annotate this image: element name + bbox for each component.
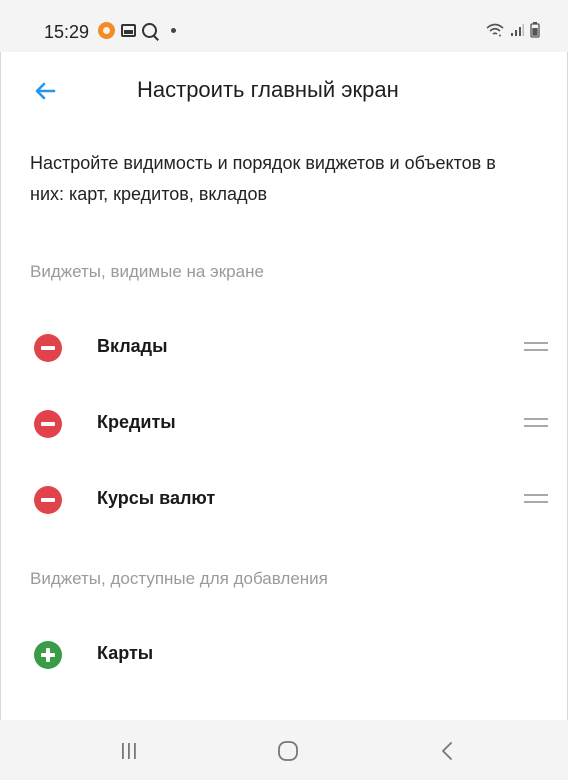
system-nav-bar	[0, 720, 568, 780]
remove-circle-icon[interactable]	[34, 334, 62, 362]
back-nav-icon	[442, 742, 452, 760]
add-circle-icon[interactable]	[34, 641, 62, 669]
battery-icon	[530, 22, 540, 38]
widget-label: Кредиты	[97, 412, 176, 432]
widget-row-cards: Карты	[0, 625, 568, 685]
widget-row-exchange-rates: Курсы валют	[0, 470, 568, 530]
home-icon	[278, 741, 298, 761]
section-header-available: Виджеты, доступные для добавления	[30, 569, 328, 588]
status-time: 15:29	[44, 22, 90, 42]
status-bar: 15:29	[0, 0, 568, 52]
section-header-visible: Виджеты, видимые на экране	[30, 262, 264, 281]
remove-circle-icon[interactable]	[34, 410, 62, 438]
gallery-icon	[121, 24, 136, 37]
widget-label: Вклады	[97, 336, 168, 356]
page-title: Настроить главный экран	[137, 77, 399, 102]
arrow-left-icon	[35, 82, 56, 100]
search-icon	[142, 23, 157, 38]
more-dot-icon	[171, 28, 176, 33]
drag-handle-icon[interactable]	[524, 418, 548, 428]
notification-dot-icon	[98, 22, 115, 39]
wifi-icon	[486, 23, 504, 37]
widget-row-credits: Кредиты	[0, 394, 568, 454]
recent-apps-icon	[122, 743, 136, 759]
signal-icon	[511, 24, 524, 36]
widget-row-deposits: Вклады	[0, 318, 568, 378]
drag-handle-icon[interactable]	[524, 342, 548, 352]
widget-label: Карты	[97, 643, 154, 663]
status-system-icons	[486, 22, 540, 38]
back-button[interactable]	[30, 76, 60, 106]
drag-handle-icon[interactable]	[524, 494, 548, 504]
widget-label: Курсы валют	[97, 488, 216, 508]
status-notification-icons	[98, 22, 176, 39]
remove-circle-icon[interactable]	[34, 486, 62, 514]
app-bar: Настроить главный экран	[0, 58, 568, 124]
recent-apps-button[interactable]	[109, 736, 149, 766]
back-nav-button[interactable]	[428, 736, 468, 766]
home-button[interactable]	[268, 736, 308, 766]
page-description: Настройте видимость и порядок виджетов и…	[30, 153, 496, 204]
